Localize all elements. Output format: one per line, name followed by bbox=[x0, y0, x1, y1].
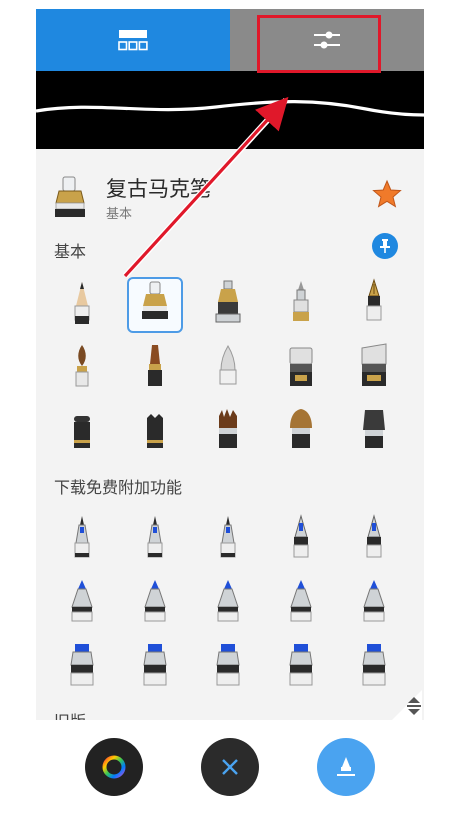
vintage-marker-icon bbox=[55, 176, 85, 217]
brush-tile[interactable] bbox=[273, 512, 329, 568]
chisel-marker-icon bbox=[281, 342, 321, 396]
fineliner-3-icon bbox=[208, 513, 248, 567]
resize-handle-icon[interactable] bbox=[402, 694, 426, 718]
brush-tile[interactable] bbox=[54, 341, 110, 397]
grid-icon bbox=[118, 30, 148, 51]
block-eraser-icon bbox=[62, 406, 102, 460]
brush-tile[interactable] bbox=[200, 640, 256, 696]
download-brush-grid bbox=[46, 506, 416, 696]
color-button[interactable] bbox=[85, 738, 143, 796]
dry-brush-icon bbox=[354, 406, 394, 460]
color-wheel-icon bbox=[102, 755, 126, 779]
brush-tile[interactable] bbox=[346, 341, 402, 397]
block-marker-2-icon bbox=[135, 641, 175, 695]
brush-tile[interactable] bbox=[127, 405, 183, 461]
highlight-box bbox=[257, 15, 381, 73]
ballpoint-icon bbox=[281, 278, 321, 332]
flat-brush-icon bbox=[135, 342, 175, 396]
fineliner-2-icon bbox=[135, 513, 175, 567]
section-downloads-title: 下载免费附加功能 bbox=[54, 478, 183, 497]
brush-tile[interactable] bbox=[273, 640, 329, 696]
block-marker-4-icon bbox=[281, 641, 321, 695]
brush-tile[interactable] bbox=[273, 576, 329, 632]
splatter-brush-icon bbox=[208, 406, 248, 460]
brush-tile[interactable] bbox=[127, 341, 183, 397]
brush-tile[interactable] bbox=[127, 576, 183, 632]
tab-brush-library[interactable] bbox=[36, 9, 230, 71]
brush-title: 复古马克笔 bbox=[106, 177, 211, 201]
wide-marker-icon bbox=[354, 342, 394, 396]
fineliner-1-icon bbox=[62, 513, 102, 567]
brush-tile[interactable] bbox=[54, 640, 110, 696]
close-button[interactable] bbox=[201, 738, 259, 796]
brush-tile[interactable] bbox=[200, 512, 256, 568]
cone-marker-1-icon bbox=[62, 577, 102, 631]
block-marker-1-icon bbox=[62, 641, 102, 695]
close-icon bbox=[222, 759, 238, 775]
cone-marker-5-icon bbox=[354, 577, 394, 631]
block-marker-5-icon bbox=[354, 641, 394, 695]
brush-tile[interactable] bbox=[346, 277, 402, 333]
paint-brush-icon bbox=[62, 342, 102, 396]
pin-button[interactable] bbox=[372, 233, 398, 259]
ink-marker-icon bbox=[208, 278, 248, 332]
vintage-marker-icon bbox=[135, 278, 175, 332]
textured-eraser-icon bbox=[135, 406, 175, 460]
brush-tile[interactable] bbox=[200, 405, 256, 461]
brush-tile[interactable] bbox=[54, 405, 110, 461]
brush-tile[interactable] bbox=[127, 512, 183, 568]
cone-marker-4-icon bbox=[281, 577, 321, 631]
brush-tile[interactable] bbox=[127, 277, 183, 333]
star-icon[interactable] bbox=[372, 179, 402, 209]
brush-icon bbox=[337, 757, 355, 776]
fan-brush-icon bbox=[281, 406, 321, 460]
airbrush-icon bbox=[208, 342, 248, 396]
pin-icon bbox=[380, 239, 390, 253]
pencil-icon bbox=[62, 278, 102, 332]
brush-tile[interactable] bbox=[200, 341, 256, 397]
nib-pen-2-icon bbox=[354, 513, 394, 567]
brush-panel: 复古马克笔 基本 基本 下载免费附加功能 旧版 bbox=[36, 9, 424, 720]
cone-marker-3-icon bbox=[208, 577, 248, 631]
section-basic-title: 基本 bbox=[54, 242, 87, 261]
brush-tile[interactable] bbox=[54, 512, 110, 568]
brush-category: 基本 bbox=[106, 207, 133, 222]
section-legacy-title: 旧版 bbox=[54, 708, 86, 720]
brush-tile[interactable] bbox=[273, 277, 329, 333]
brush-tile[interactable] bbox=[273, 405, 329, 461]
brush-tile[interactable] bbox=[346, 405, 402, 461]
brush-tile[interactable] bbox=[54, 277, 110, 333]
basic-brush-grid bbox=[46, 271, 416, 461]
brush-tile[interactable] bbox=[346, 576, 402, 632]
brush-tile[interactable] bbox=[346, 512, 402, 568]
stroke-preview-line bbox=[36, 100, 424, 117]
stroke-preview bbox=[36, 71, 424, 149]
current-brush-header: 复古马克笔 基本 bbox=[36, 161, 424, 231]
brush-tile[interactable] bbox=[273, 341, 329, 397]
fountain-pen-icon bbox=[354, 278, 394, 332]
brush-button[interactable] bbox=[317, 738, 375, 796]
brush-tile[interactable] bbox=[200, 576, 256, 632]
nib-pen-1-icon bbox=[281, 513, 321, 567]
brush-tile[interactable] bbox=[200, 277, 256, 333]
brush-tile[interactable] bbox=[346, 640, 402, 696]
cone-marker-2-icon bbox=[135, 577, 175, 631]
block-marker-3-icon bbox=[208, 641, 248, 695]
brush-tile[interactable] bbox=[54, 576, 110, 632]
brush-tile[interactable] bbox=[127, 640, 183, 696]
brush-picker-screen: 复古马克笔 基本 基本 下载免费附加功能 旧版 bbox=[0, 0, 458, 820]
